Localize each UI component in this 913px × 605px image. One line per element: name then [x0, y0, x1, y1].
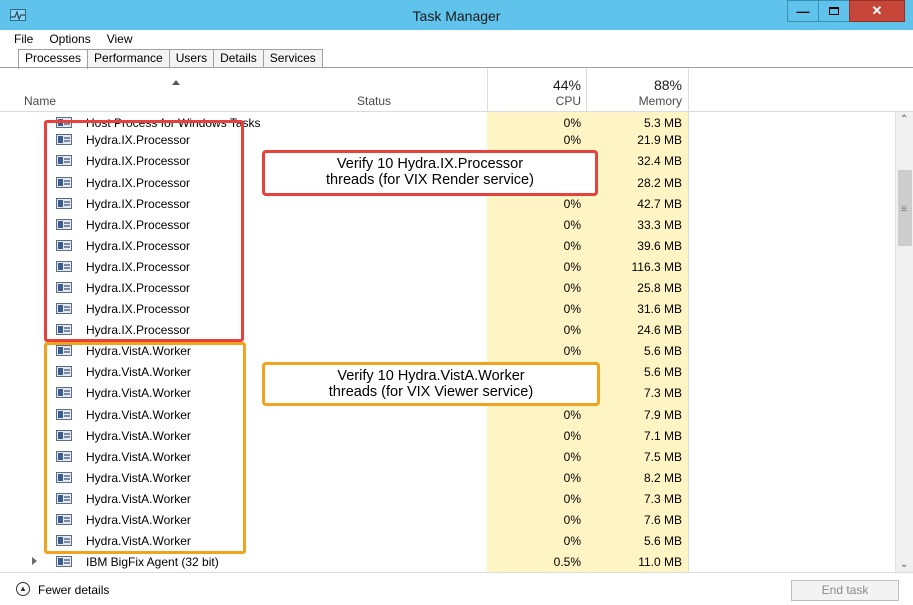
title-bar: Task Manager — ✕ — [0, 0, 913, 30]
minimize-button[interactable]: — — [787, 0, 819, 22]
fewer-details-link[interactable]: Fewer details — [38, 583, 109, 597]
process-memory: 7.6 MB — [643, 513, 682, 527]
tab-services[interactable]: Services — [262, 49, 323, 68]
chevron-up-icon[interactable]: ▲ — [16, 582, 30, 596]
process-cpu: 0.5% — [553, 555, 581, 569]
process-memory: 11.0 MB — [638, 555, 682, 569]
ix-processor-callout: Verify 10 Hydra.IX.Processor threads (fo… — [262, 150, 598, 196]
process-memory: 5.3 MB — [643, 116, 682, 130]
process-memory: 7.3 MB — [643, 492, 682, 506]
end-task-button[interactable]: End task — [791, 580, 899, 601]
memory-total: 88% — [653, 77, 682, 93]
process-memory: 39.6 MB — [637, 239, 682, 253]
process-cpu: 0% — [563, 116, 581, 130]
process-cpu: 0% — [563, 239, 581, 253]
process-memory: 7.5 MB — [643, 450, 682, 464]
process-memory: 21.9 MB — [637, 133, 682, 147]
process-cpu: 0% — [563, 408, 581, 422]
process-cpu: 0% — [563, 534, 581, 548]
process-cpu: 0% — [563, 513, 581, 527]
process-cpu: 0% — [563, 260, 581, 274]
process-cpu: 0% — [563, 471, 581, 485]
footer-bar: ▲ Fewer details End task — [0, 572, 913, 605]
process-memory: 5.6 MB — [643, 365, 682, 379]
scroll-up-icon[interactable]: ⌃ — [900, 114, 908, 125]
menu-view[interactable]: View — [107, 32, 133, 46]
process-memory: 42.7 MB — [637, 197, 682, 211]
tab-strip: Processes Performance Users Details Serv… — [18, 49, 323, 69]
vertical-scrollbar[interactable]: ⌃ ≡ ⌄ — [895, 112, 913, 572]
column-memory[interactable]: Memory — [586, 94, 682, 108]
process-memory: 24.6 MB — [637, 323, 682, 337]
header-separator — [586, 68, 587, 112]
process-cpu: 0% — [563, 281, 581, 295]
close-button[interactable]: ✕ — [849, 0, 905, 22]
process-memory: 8.2 MB — [643, 471, 682, 485]
process-name: IBM BigFix Agent (32 bit) — [86, 555, 219, 569]
tab-performance[interactable]: Performance — [87, 49, 170, 68]
process-memory: 5.6 MB — [643, 534, 682, 548]
scroll-down-icon[interactable]: ⌄ — [900, 559, 908, 570]
process-memory: 25.8 MB — [637, 281, 682, 295]
process-cpu: 0% — [563, 302, 581, 316]
tab-details[interactable]: Details — [213, 49, 264, 68]
process-memory: 28.2 MB — [637, 176, 682, 190]
window-title: Task Manager — [412, 8, 501, 24]
vista-worker-callout: Verify 10 Hydra.VistA.Worker threads (fo… — [262, 362, 600, 406]
header-separator — [487, 68, 488, 112]
maximize-button[interactable] — [818, 0, 850, 22]
process-memory: 31.6 MB — [637, 302, 682, 316]
process-cpu: 0% — [563, 492, 581, 506]
scroll-thumb[interactable]: ≡ — [898, 170, 912, 246]
cpu-total: 44% — [552, 77, 581, 93]
process-memory: 5.6 MB — [643, 344, 682, 358]
grip-icon: ≡ — [901, 204, 907, 215]
menu-file[interactable]: File — [14, 32, 33, 46]
menu-options[interactable]: Options — [49, 32, 90, 46]
process-memory: 32.4 MB — [637, 154, 682, 168]
process-memory: 7.9 MB — [643, 408, 682, 422]
close-icon: ✕ — [871, 3, 883, 18]
sort-ascending-icon[interactable] — [172, 80, 180, 85]
process-icon — [56, 556, 72, 567]
process-memory: 33.3 MB — [637, 218, 682, 232]
callout-line: threads (for VIX Viewer service) — [328, 384, 534, 400]
menu-bar: File Options View — [0, 30, 913, 48]
process-memory: 7.3 MB — [643, 386, 682, 400]
table-row[interactable]: IBM BigFix Agent (32 bit) 0.5% 11.0 MB — [0, 551, 895, 572]
process-cpu: 0% — [563, 133, 581, 147]
vista-worker-highlight — [44, 342, 246, 554]
callout-line: threads (for VIX Render service) — [326, 172, 534, 188]
callout-line: Verify 10 Hydra.IX.Processor — [336, 156, 524, 172]
tab-users[interactable]: Users — [168, 49, 215, 68]
column-header: Name Status 44% CPU 88% Memory — [0, 68, 913, 112]
process-cpu: 0% — [563, 197, 581, 211]
ix-processor-highlight — [44, 120, 244, 342]
minimize-icon: — — [796, 3, 810, 19]
process-cpu: 0% — [563, 323, 581, 337]
column-cpu[interactable]: CPU — [487, 94, 581, 108]
process-memory: 116.3 MB — [631, 260, 682, 274]
process-cpu: 0% — [563, 429, 581, 443]
expand-arrow-icon[interactable] — [32, 557, 37, 565]
process-memory: 7.1 MB — [643, 429, 682, 443]
process-cpu: 0% — [563, 344, 581, 358]
maximize-icon — [829, 7, 839, 15]
tab-processes[interactable]: Processes — [18, 49, 89, 69]
process-cpu: 0% — [563, 450, 581, 464]
callout-line: Verify 10 Hydra.VistA.Worker — [337, 368, 525, 384]
column-name[interactable]: Name — [24, 94, 56, 108]
process-cpu: 0% — [563, 218, 581, 232]
column-status[interactable]: Status — [357, 94, 391, 108]
